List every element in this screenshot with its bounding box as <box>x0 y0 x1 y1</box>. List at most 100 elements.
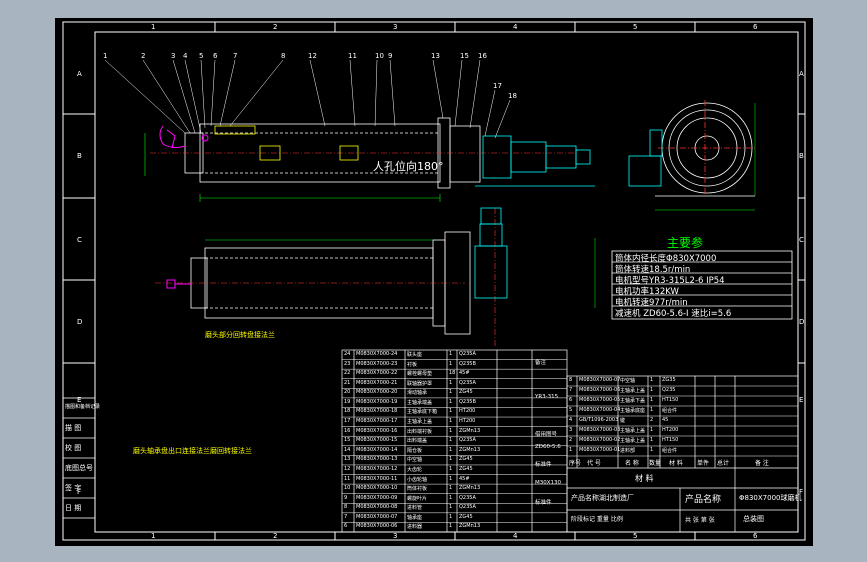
bom-left-cell: 1 <box>449 523 453 530</box>
bom-left-cell: M0830X7000-12 <box>356 465 398 472</box>
bom-left-cell: 22 <box>344 370 351 377</box>
bom-left-cell: 出料端盖 <box>407 438 428 445</box>
bom-right-cell: 主轴承上盖 <box>620 388 646 394</box>
bom-right-cell: HT200 <box>662 427 679 433</box>
bom-right-cell: 6 <box>569 397 573 403</box>
bom-left-cell: 筒体衬板 <box>407 486 428 493</box>
bom-left-cell: M0830X7000-11 <box>356 475 398 482</box>
bom-left-cell: 1 <box>449 408 453 415</box>
bom-left-cell: 1 <box>449 379 453 386</box>
frame-row-letter: B <box>799 152 804 160</box>
frame-row-letter: B <box>77 152 82 160</box>
bom-left-cell: 7 <box>344 513 348 520</box>
bom-left-cell: M0830X7000-10 <box>356 485 398 492</box>
bom-right-cell: M0830X7000-06 <box>579 387 621 393</box>
bom-right-cell: 1 <box>650 397 654 403</box>
bom-left-cell: 1 <box>449 513 453 520</box>
part-callout-number: 2 <box>141 52 146 60</box>
bom-left-cell: M0830X7000-22 <box>356 370 398 377</box>
frame-row-letter: A <box>799 70 804 78</box>
bom-left-cell: 轴承座 <box>407 514 423 521</box>
frame-row-letter: C <box>799 236 804 244</box>
bom-left-cell: 1 <box>449 398 453 405</box>
bom-left-side-label: M30X130 <box>535 480 562 486</box>
bom-right-cell: 2 <box>569 437 573 443</box>
part-callout-number: 3 <box>171 52 176 60</box>
frame-col-number: 6 <box>753 23 758 31</box>
bom-right-cell: HT150 <box>662 397 679 403</box>
bom-left-cell: 出料端衬板 <box>407 428 433 435</box>
bom-right-cell: 键 <box>620 418 626 424</box>
bom-left-side-label: 备注 <box>535 360 547 366</box>
bom-left-cell: Q235B <box>459 360 476 367</box>
bom-left-cell: 16 <box>344 427 351 434</box>
bom-right-cell: ZG35 <box>662 377 676 383</box>
bom-left-cell: 联头座 <box>407 352 423 358</box>
bom-left-cell: 8 <box>344 504 348 511</box>
bom-left-cell: 6 <box>344 523 348 530</box>
bom-left-cell: Q235A <box>459 494 476 501</box>
bom-left-cell: 45# <box>459 370 470 377</box>
bom-left-cell: M0830X7000-09 <box>356 494 398 501</box>
part-callout-number: 6 <box>213 52 218 60</box>
bom-right-cell: 1 <box>650 427 654 433</box>
bom-left-cell: 进料器 <box>407 524 423 531</box>
bom-left-cell: 衬板 <box>407 361 418 368</box>
title-material: 材 料 <box>635 474 654 483</box>
bom-right-cell: 主轴承底座 <box>620 408 646 414</box>
bom-right-header-cell: 代 号 <box>587 460 601 467</box>
frame-row-letter: E <box>799 396 804 404</box>
bom-left-cell: 主轴承底下箱 <box>407 409 438 416</box>
title-product: 产品名称 <box>685 495 722 505</box>
part-callout-number: 17 <box>493 82 502 90</box>
bom-left-cell: 45# <box>459 475 470 482</box>
frame-col-number: 5 <box>633 23 638 31</box>
frame-row-letter: D <box>77 318 83 326</box>
bom-right-cell: 组合件 <box>662 408 678 414</box>
bom-left-cell: 1 <box>449 446 453 453</box>
bom-left-cell: 1 <box>449 418 453 425</box>
part-callout-number: 12 <box>308 52 317 60</box>
bom-right-cell: 8 <box>569 377 573 383</box>
bom-left-cell: HT200 <box>459 408 476 415</box>
bom-right-header-cell: 单件 <box>697 460 710 467</box>
bom-left-side-label: 标准件 <box>535 462 552 468</box>
bom-right-cell: 1 <box>650 447 654 453</box>
frame-row-letter: D <box>799 318 805 326</box>
bom-right-header-cell: 名 称 <box>625 460 639 467</box>
bom-right-cell: 进料部 <box>620 448 636 454</box>
bom-right-header-cell: 数量 <box>649 460 662 467</box>
bom-left-cell: 9 <box>344 494 348 501</box>
bom-right-cell: 主轴承上盖 <box>620 428 646 434</box>
frame-col-number: 5 <box>633 532 638 540</box>
bom-left-cell: M0830X7000-23 <box>356 360 398 367</box>
bom-left-cell: M0830X7000-08 <box>356 504 398 511</box>
bom-left-cell: 螺旋叶片 <box>407 495 428 502</box>
record-table-cell: 日 期 <box>65 504 82 512</box>
bom-left-cell: 主轴承上盖 <box>407 419 433 426</box>
bom-left-cell: M0830X7000-17 <box>356 418 398 425</box>
frame-col-number: 2 <box>273 23 278 31</box>
bom-left-cell: Q235B <box>459 398 476 405</box>
bom-left-cell: 1 <box>449 475 453 482</box>
title-drawing-name: 总装图 <box>743 515 764 523</box>
bom-left-cell: 10 <box>344 485 351 492</box>
frame-col-number: 3 <box>393 532 398 540</box>
bom-left-cell: ZG45 <box>459 465 473 472</box>
title-model: Φ830X7000球磨机 <box>739 494 802 502</box>
bom-right-cell: M0830X7000-04 <box>579 407 621 413</box>
bom-left-cell: 1 <box>449 456 453 463</box>
bom-right-header-cell: 总计 <box>717 460 730 467</box>
part-callout-number: 15 <box>460 52 469 60</box>
frame-col-number: 3 <box>393 23 398 31</box>
bom-left-cell: ZGMn13 <box>459 427 481 434</box>
params-row: 减速机 ZD60-5.6-I 速比i=5.6 <box>615 309 732 319</box>
bom-left-cell: ZG45 <box>459 513 473 520</box>
bom-right-cell: M0830X7000-03 <box>579 427 621 433</box>
bom-left-cell: M0830X7000-19 <box>356 398 398 405</box>
bom-left-cell: M0830X7000-16 <box>356 427 398 434</box>
bom-left-cell: M0830X7000-06 <box>356 523 398 530</box>
record-table-cell: 描 图 <box>65 424 82 432</box>
bom-left-cell: Q235A <box>459 504 476 511</box>
bom-right-cell: 7 <box>569 387 573 393</box>
